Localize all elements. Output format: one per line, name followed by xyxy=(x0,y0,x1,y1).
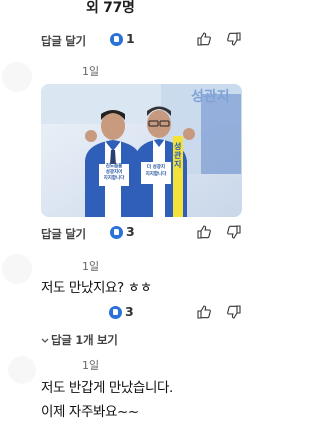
comment-actions: 답글 달기 3 xyxy=(0,222,250,246)
like-count: 3 xyxy=(126,224,135,239)
comment-actions: 3 xyxy=(0,302,250,326)
reply-button[interactable]: 답글 달기 xyxy=(41,33,86,49)
comment-time: 1일 xyxy=(82,260,100,273)
likes-more-text[interactable]: 외 77명 xyxy=(86,0,135,17)
photo-badge-left: 김도읍을 성광지이 지지합니다 xyxy=(99,164,129,186)
like-count: 1 xyxy=(126,31,135,46)
thumbs-up-icon[interactable] xyxy=(196,304,212,320)
photo-badge-left-line: 지지합니다 xyxy=(103,176,125,181)
thumbs-up-icon[interactable] xyxy=(196,31,212,47)
comment-photo[interactable]: 성관지 김도읍을 성광지이 지지합니다 더 성광지 지지합니다 성관지 xyxy=(41,84,242,217)
like-badge-icon xyxy=(110,226,123,239)
comment-time: 1일 xyxy=(82,65,100,78)
thumbs-down-icon[interactable] xyxy=(226,304,242,320)
avatar[interactable] xyxy=(8,356,36,384)
reply-button[interactable]: 답글 달기 xyxy=(41,226,86,242)
comment-text: 저도 만났지요? ㅎㅎ xyxy=(41,280,152,296)
photo-badge-right-line: 더 성광지 xyxy=(146,165,166,170)
avatar[interactable] xyxy=(2,254,32,284)
view-replies-link[interactable]: 답글 1개 보기 xyxy=(41,332,118,348)
photo-badge-right-line: 지지합니다 xyxy=(145,172,167,177)
comment-text: 이제 자주봐요~~ xyxy=(41,404,139,420)
thumbs-up-icon[interactable] xyxy=(196,224,212,240)
like-badge-icon xyxy=(109,306,122,319)
chevron-down-icon xyxy=(41,338,49,343)
photo-badge-right: 더 성광지 지지합니다 xyxy=(141,164,171,186)
like-count: 3 xyxy=(125,304,134,319)
avatar[interactable] xyxy=(2,62,32,92)
like-badge-icon xyxy=(110,33,123,46)
photo-banner-text: 성관지 xyxy=(191,89,230,105)
thumbs-down-icon[interactable] xyxy=(226,224,242,240)
comment-actions: 답글 달기 1 xyxy=(0,29,250,53)
comment-text: 저도 반갑게 만났습니다. xyxy=(41,380,173,396)
thumbs-down-icon[interactable] xyxy=(226,31,242,47)
view-replies-label: 답글 1개 보기 xyxy=(51,333,118,347)
photo-sash-text: 성관지 xyxy=(174,142,182,169)
comment-time: 1일 xyxy=(82,359,100,372)
